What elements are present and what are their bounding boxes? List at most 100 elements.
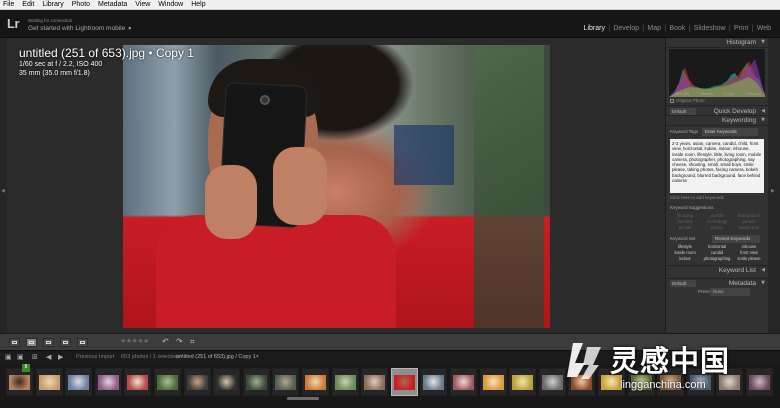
expand-icon[interactable]: ◀ — [761, 108, 765, 114]
module-library[interactable]: Library — [581, 25, 608, 32]
suggestion-item[interactable]: studio shot — [734, 225, 764, 230]
keyword-set-item[interactable]: photographing — [702, 256, 732, 261]
filmstrip-thumbnail[interactable] — [509, 368, 537, 396]
keyword-tags-select[interactable]: Enter Keywords — [702, 128, 758, 136]
module-map[interactable]: Map — [644, 25, 664, 32]
keyword-set-item[interactable]: inhouse — [734, 244, 764, 249]
filmstrip-thumbnail[interactable] — [331, 368, 359, 396]
keyword-set-select[interactable]: Recent Keywords — [712, 235, 760, 243]
module-develop[interactable]: Develop — [610, 25, 642, 32]
menu-view[interactable]: View — [135, 0, 150, 10]
expand-left-icon[interactable]: ◀ — [1, 188, 5, 194]
suggestion-item[interactable]: person — [734, 219, 764, 224]
filmstrip-thumbnail[interactable] — [183, 368, 211, 396]
suggestion-item[interactable]: people — [670, 225, 700, 230]
filmstrip-thumbnail[interactable] — [361, 368, 389, 396]
right-panel-scrollbar[interactable]: ▶ — [768, 38, 780, 333]
suggestion-item[interactable]: portrait — [702, 213, 732, 218]
grid-view-button[interactable] — [9, 338, 20, 347]
filmstrip-thumbnail[interactable] — [390, 368, 418, 396]
filmstrip-thumbnail[interactable] — [450, 368, 477, 396]
menu-window[interactable]: Window — [158, 0, 183, 10]
module-slideshow[interactable]: Slideshow — [691, 25, 729, 32]
filmstrip[interactable]: 8 — [0, 364, 780, 408]
module-book[interactable]: Book — [666, 25, 688, 32]
star-rating[interactable]: ★★★★★ — [120, 337, 149, 345]
keyword-set-item[interactable]: front view — [734, 250, 764, 255]
filmstrip-thumbnail[interactable] — [598, 368, 625, 396]
grid-icon[interactable]: ⊞ — [32, 353, 38, 361]
menu-library[interactable]: Library — [42, 0, 63, 10]
filmstrip-thumbnail[interactable] — [746, 368, 773, 396]
filmstrip-thumbnail[interactable] — [242, 368, 270, 396]
mobile-prompt[interactable]: Get started with Lightroom mobile ▼ — [28, 25, 132, 32]
left-panel-collapsed[interactable]: ◀ — [0, 38, 7, 333]
preset-select[interactable]: None — [710, 288, 750, 296]
filmstrip-thumbnail[interactable] — [94, 368, 122, 396]
menu-help[interactable]: Help — [191, 0, 205, 10]
filmstrip-thumbnail[interactable] — [213, 368, 241, 396]
filmstrip-thumbnail[interactable] — [124, 368, 152, 396]
keyword-set-item[interactable]: lifestyle — [670, 244, 700, 249]
filmstrip-thumbnail[interactable] — [154, 368, 181, 396]
collapse-icon[interactable]: ▼ — [761, 39, 765, 45]
collapse-icon[interactable]: ▼ — [761, 280, 765, 286]
suggestion-item[interactable]: technology — [702, 219, 732, 224]
suggestion-item[interactable]: entries — [702, 225, 732, 230]
checkbox-icon[interactable] — [670, 99, 674, 103]
filmstrip-thumbnail[interactable] — [686, 368, 714, 396]
people-view-button[interactable] — [77, 338, 88, 347]
expand-icon[interactable]: ◀ — [761, 267, 765, 273]
loupe-view-button[interactable] — [26, 338, 37, 347]
metadata-preset[interactable]: Default — [670, 280, 696, 287]
menu-metadata[interactable]: Metadata — [98, 0, 127, 10]
filmstrip-thumbnail[interactable] — [420, 368, 448, 396]
filmstrip-thumbnail[interactable] — [568, 368, 596, 396]
quick-develop-preset[interactable]: Default — [670, 108, 696, 115]
quick-develop-header[interactable]: Default Quick Develop ◀ — [666, 105, 768, 116]
filmstrip-thumbnail[interactable] — [302, 368, 329, 396]
filmstrip-thumbnail[interactable] — [6, 368, 33, 396]
keyword-list-header[interactable]: Keyword List ◀ — [666, 265, 768, 275]
filmstrip-thumbnail[interactable] — [657, 368, 685, 396]
menu-file[interactable]: File — [3, 0, 14, 10]
module-print[interactable]: Print — [731, 25, 751, 32]
module-web[interactable]: Web — [754, 25, 774, 32]
current-file[interactable]: untitled (251 of 653).jpg / Copy 1 — [176, 354, 256, 360]
back-arrow-icon[interactable]: ◀ — [46, 353, 51, 361]
rotate-left-icon[interactable]: ↶ — [162, 337, 169, 346]
second-window-icon[interactable]: ▣ — [17, 353, 24, 361]
compare-view-button[interactable] — [43, 338, 54, 347]
suggestion-item[interactable]: background — [734, 213, 764, 218]
menu-edit[interactable]: Edit — [22, 0, 34, 10]
filmstrip-thumbnail[interactable] — [627, 368, 655, 396]
suggestion-item[interactable]: handset — [670, 219, 700, 224]
original-photo-toggle[interactable]: Original Photo — [670, 98, 764, 103]
keyword-set-item[interactable]: inside room — [670, 250, 700, 255]
keyword-set-item[interactable]: smile please — [734, 256, 764, 261]
keywords-textarea[interactable]: 2-3 years, asian, camera, candid, child,… — [670, 139, 764, 193]
source-previous-import[interactable]: Previous Import — [76, 354, 115, 360]
suggestion-item[interactable]: shooting — [670, 213, 700, 218]
filmstrip-thumbnail[interactable] — [538, 368, 566, 396]
filmstrip-thumbnail[interactable] — [35, 368, 63, 396]
histogram-header[interactable]: Histogram ▼ — [666, 38, 768, 48]
survey-view-button[interactable] — [60, 338, 71, 347]
secondary-display-icon[interactable]: ▣ — [5, 353, 12, 361]
menu-photo[interactable]: Photo — [72, 0, 90, 10]
filmstrip-thumbnail[interactable] — [716, 368, 744, 396]
chevron-down-icon[interactable]: ▾ — [256, 354, 259, 360]
filmstrip-thumbnail[interactable] — [272, 368, 300, 396]
filmstrip-thumbnail[interactable] — [65, 368, 93, 396]
photo-preview[interactable] — [123, 45, 550, 328]
collapse-right-icon[interactable]: ▶ — [771, 188, 775, 194]
crop-icon[interactable]: ⌗ — [190, 337, 195, 347]
metadata-header[interactable]: Default Metadata ▼ — [666, 278, 768, 288]
collapse-icon[interactable]: ▼ — [761, 117, 765, 123]
add-keywords-field[interactable]: Click here to add keywords — [670, 195, 764, 200]
filmstrip-scrollbar[interactable] — [287, 397, 319, 400]
keyword-set-item[interactable]: indoor — [670, 256, 700, 261]
keywording-header[interactable]: Keywording ▼ — [666, 116, 768, 126]
rotate-right-icon[interactable]: ↷ — [176, 337, 183, 346]
keyword-set-item[interactable]: horizontal — [702, 244, 732, 249]
